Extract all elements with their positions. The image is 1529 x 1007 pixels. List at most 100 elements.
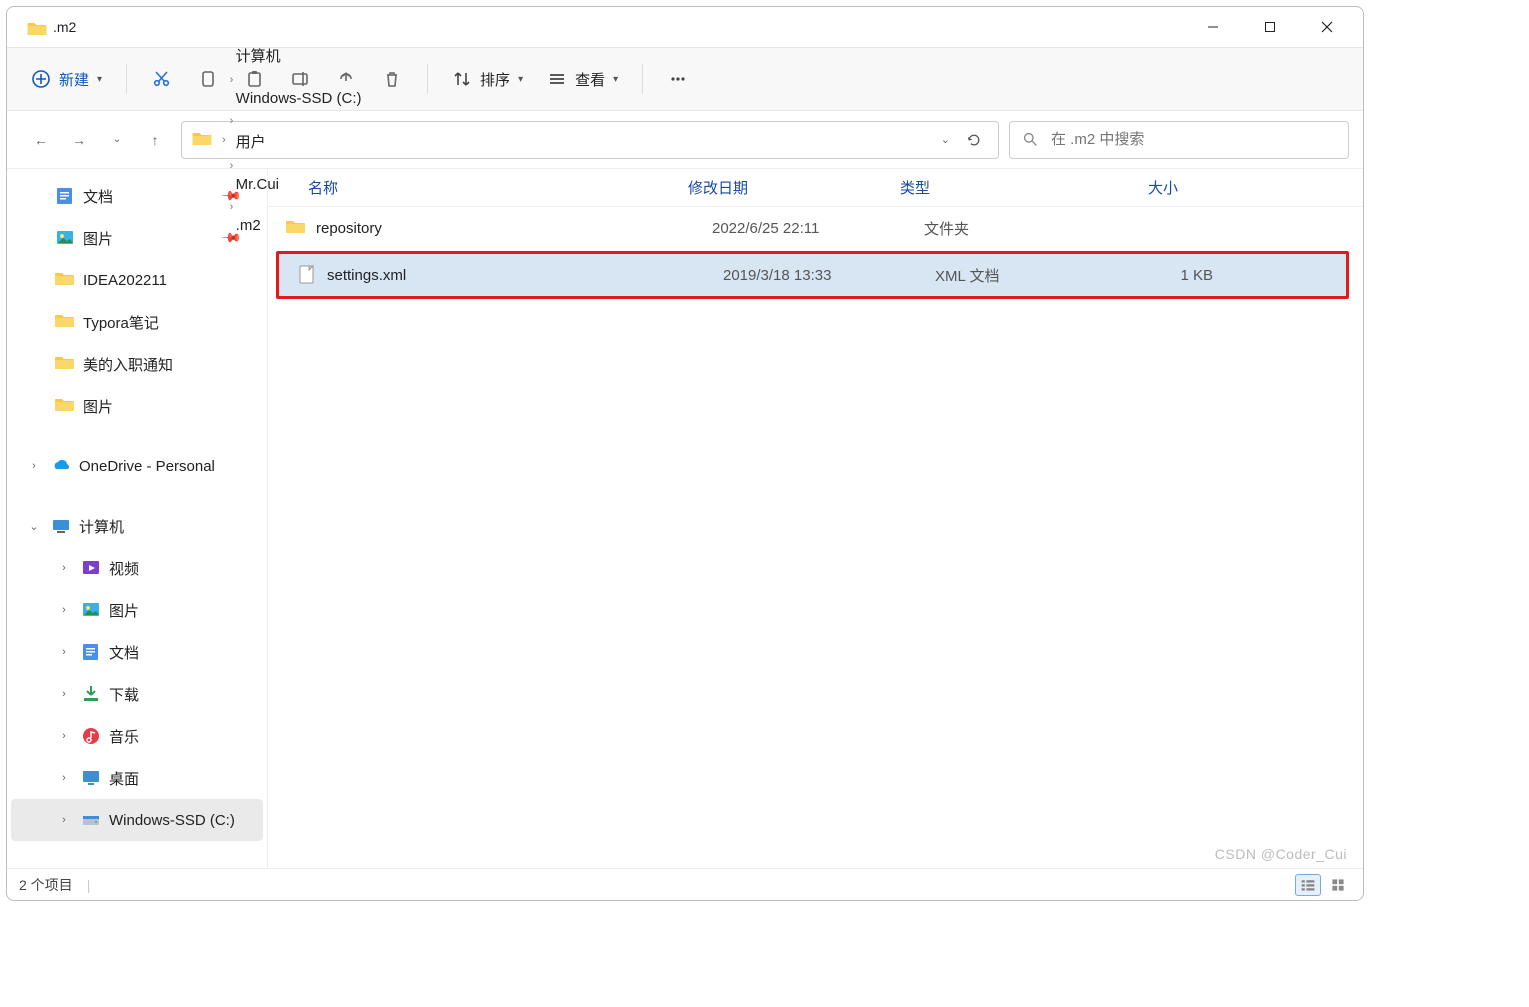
music-icon (81, 727, 101, 745)
column-type[interactable]: 类型 (900, 177, 1078, 198)
folder-icon (286, 219, 306, 237)
copy-button[interactable] (187, 58, 229, 100)
folder-icon (55, 313, 75, 331)
file-row[interactable]: settings.xml2019/3/18 13:33XML 文档1 KB (279, 254, 1346, 296)
sidebar-item-label: 图片 (109, 600, 139, 621)
file-row[interactable]: repository2022/6/25 22:11文件夹 (268, 207, 1363, 249)
forward-button[interactable]: → (67, 128, 91, 152)
explorer-window: .m2 新建 ▾ 排序 ▾ 查看 ▾ (6, 6, 1364, 901)
onedrive-icon (51, 457, 71, 475)
breadcrumb-item[interactable]: Windows-SSD (C:) (230, 86, 368, 111)
sidebar-item[interactable]: ›桌面 (11, 757, 263, 799)
sidebar-onedrive[interactable]: › OneDrive - Personal (11, 445, 263, 487)
view-label: 查看 (575, 69, 605, 90)
sidebar-item[interactable]: ›音乐 (11, 715, 263, 757)
chevron-right-icon: › (55, 688, 73, 700)
search-icon (1022, 131, 1039, 148)
chevron-right-icon: › (25, 460, 43, 472)
delete-button[interactable] (371, 58, 413, 100)
sort-button[interactable]: 排序 ▾ (442, 58, 533, 100)
nav-row: ← → ⌄ ↑ › 计算机›Windows-SSD (C:)›用户›Mr.Cui… (7, 111, 1363, 169)
window-title: .m2 (53, 19, 76, 35)
chevron-right-icon: › (230, 115, 234, 127)
chevron-down-icon: ▾ (97, 74, 102, 85)
sidebar-item[interactable]: IDEA202211 (11, 259, 263, 301)
up-button[interactable]: ↑ (143, 128, 167, 152)
sidebar-item-label: IDEA202211 (83, 272, 167, 289)
status-bar: 2 个项目 | (7, 868, 1363, 900)
refresh-icon[interactable] (966, 132, 982, 148)
column-name[interactable]: 名称 (308, 177, 688, 198)
copy-icon (198, 69, 218, 89)
pin-icon: 📌 (220, 227, 243, 250)
sidebar-item-label: 图片 (83, 228, 113, 249)
breadcrumb-item[interactable]: 用户 (230, 127, 368, 156)
sidebar-item[interactable]: ›文档 (11, 631, 263, 673)
sidebar-item[interactable]: 美的入职通知 (11, 343, 263, 385)
thumbnails-view-button[interactable] (1325, 874, 1351, 896)
sidebar-item[interactable]: › 下载 (11, 673, 263, 715)
sidebar-item[interactable]: › Windows-SSD (C:) (11, 799, 263, 841)
sidebar-item[interactable]: 文档📌 (11, 175, 263, 217)
more-icon (668, 69, 688, 89)
body: 文档📌图片📌IDEA202211Typora笔记美的入职通知图片 › OneDr… (7, 169, 1363, 868)
recent-button[interactable]: ⌄ (105, 128, 129, 152)
picture-icon (55, 229, 75, 247)
sidebar-item-label: 视频 (109, 558, 139, 579)
search-input[interactable] (1049, 130, 1336, 149)
chevron-right-icon: › (55, 814, 73, 826)
view-icon (547, 69, 567, 89)
chevron-down-icon[interactable]: ⌄ (941, 133, 950, 146)
sidebar-item[interactable]: 图片 (11, 385, 263, 427)
chevron-down-icon: ⌄ (25, 520, 43, 533)
file-type: XML 文档 (935, 265, 1113, 286)
breadcrumb-item[interactable]: 计算机 (230, 41, 368, 70)
doc-icon (55, 187, 75, 205)
sidebar-item[interactable]: 图片 📌 (11, 217, 263, 259)
sidebar-item[interactable]: Typora笔记 (11, 301, 263, 343)
sidebar-item-label: 下载 (109, 684, 139, 705)
column-headers[interactable]: 名称 修改日期 类型 大小 (268, 169, 1363, 207)
close-button[interactable] (1298, 11, 1355, 43)
sidebar-item[interactable]: › 图片 (11, 589, 263, 631)
file-date: 2019/3/18 13:33 (723, 267, 935, 284)
sidebar-item-label: 音乐 (109, 726, 139, 747)
maximize-button[interactable] (1241, 11, 1298, 43)
status-item-count: 2 个项目 (19, 875, 73, 895)
cut-button[interactable] (141, 58, 183, 100)
column-size[interactable]: 大小 (1078, 177, 1198, 198)
new-label: 新建 (59, 69, 89, 90)
new-button[interactable]: 新建 ▾ (21, 58, 112, 100)
sidebar-item-label: 计算机 (79, 516, 124, 537)
sidebar-item[interactable]: ›视频 (11, 547, 263, 589)
pin-icon: 📌 (220, 185, 243, 208)
separator (126, 64, 127, 94)
folder-icon (192, 130, 212, 149)
highlight-box: settings.xml2019/3/18 13:33XML 文档1 KB (276, 251, 1349, 299)
minimize-button[interactable] (1184, 11, 1241, 43)
video-icon (81, 559, 101, 577)
chevron-right-icon: › (222, 134, 226, 146)
pc-icon (51, 517, 71, 535)
separator (427, 64, 428, 94)
scissors-icon (152, 69, 172, 89)
back-button[interactable]: ← (29, 128, 53, 152)
column-date[interactable]: 修改日期 (688, 177, 900, 198)
sidebar[interactable]: 文档📌图片📌IDEA202211Typora笔记美的入职通知图片 › OneDr… (7, 169, 268, 868)
chevron-right-icon: › (55, 604, 73, 616)
file-pane: 名称 修改日期 类型 大小 repository2022/6/25 22:11文… (268, 169, 1363, 868)
separator: | (87, 877, 91, 893)
folder-icon (55, 397, 75, 415)
sidebar-item-label: 文档 (109, 642, 139, 663)
toolbar: 新建 ▾ 排序 ▾ 查看 ▾ (7, 47, 1363, 111)
address-bar[interactable]: › 计算机›Windows-SSD (C:)›用户›Mr.Cui›.m2 ⌄ (181, 121, 999, 159)
more-button[interactable] (657, 58, 699, 100)
view-button[interactable]: 查看 ▾ (537, 58, 628, 100)
plus-circle-icon (31, 69, 51, 89)
sidebar-computer[interactable]: ⌄ 计算机 (11, 505, 263, 547)
search-box[interactable] (1009, 121, 1349, 159)
details-view-button[interactable] (1295, 874, 1321, 896)
chevron-right-icon: › (230, 74, 234, 86)
sidebar-item-label: Windows-SSD (C:) (109, 812, 235, 829)
file-date: 2022/6/25 22:11 (712, 220, 924, 237)
